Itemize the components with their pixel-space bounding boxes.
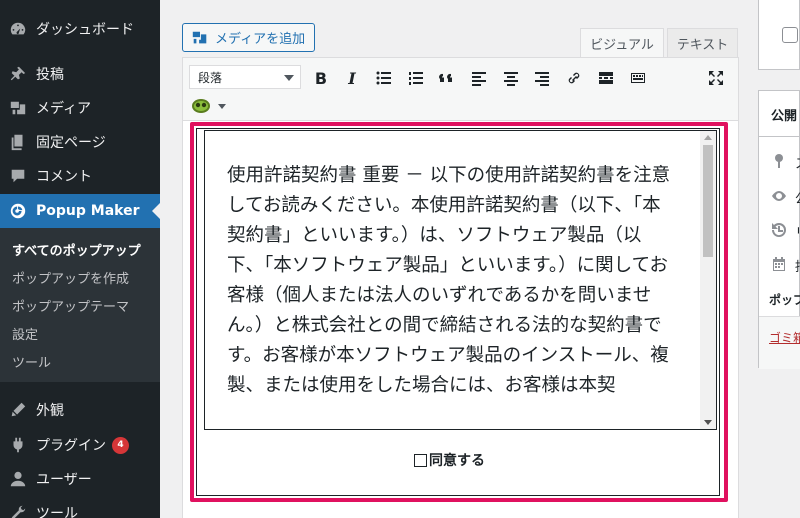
option-checkbox[interactable] — [782, 27, 798, 43]
keyboard-icon — [631, 73, 645, 83]
align-left-icon — [472, 72, 486, 86]
appearance-icon — [8, 400, 28, 420]
read-more-icon — [599, 72, 613, 84]
italic-button[interactable]: I — [340, 67, 364, 89]
page-icon — [8, 132, 28, 152]
media-icon — [8, 98, 28, 118]
plugin-icon — [8, 435, 28, 455]
sidebar-item-popup-maker[interactable]: Popup Maker — [0, 194, 160, 228]
sidebar-item-pages[interactable]: 固定ページ — [0, 125, 160, 159]
revisions-icon — [771, 222, 789, 240]
sidebar-item-label: ユーザー — [36, 472, 92, 488]
sidebar-item-label: 投稿 — [36, 67, 64, 83]
pin-icon — [8, 64, 28, 84]
submenu-tools[interactable]: ツール — [12, 352, 51, 371]
user-icon — [8, 469, 28, 489]
media-add-icon — [192, 31, 207, 43]
chevron-down-icon — [284, 75, 294, 81]
publish-panel: 公開 ス 公 リ 挿 ポップ ゴミ箱 — [758, 90, 800, 369]
active-indicator — [152, 203, 160, 219]
sidebar-item-label: プラグイン — [36, 438, 106, 454]
popup-maker-shortcode-button[interactable] — [191, 96, 227, 116]
status-label: ス — [795, 153, 800, 172]
sidebar-item-media[interactable]: メディア — [0, 91, 160, 125]
right-top-panel — [758, 0, 800, 70]
sidebar-item-label: 外観 — [36, 403, 64, 419]
tool-icon — [8, 503, 28, 518]
tab-text-label: テキスト — [676, 37, 729, 53]
tab-text[interactable]: テキスト — [667, 28, 738, 57]
submenu-create-popup[interactable]: ポップアップを作成 — [12, 268, 129, 287]
bold-button[interactable]: B — [309, 67, 333, 89]
fullscreen-icon — [709, 71, 723, 85]
eye-icon — [771, 188, 789, 206]
dashboard-icon — [8, 19, 28, 39]
toolbar-toggle-button[interactable] — [626, 67, 650, 89]
align-left-button[interactable] — [467, 67, 491, 89]
add-media-button[interactable]: メディアを追加 — [182, 23, 315, 52]
calendar-icon — [771, 256, 789, 274]
sidebar-item-label: 固定ページ — [36, 135, 106, 151]
sidebar-item-plugins[interactable]: プラグイン 4 — [0, 428, 160, 462]
fullscreen-button[interactable] — [704, 67, 728, 89]
highlight-frame — [190, 122, 728, 502]
popup-maker-submenu: すべてのポップアップ ポップアップを作成 ポップアップテーマ 設定 ツール — [0, 228, 160, 382]
sidebar-item-tools[interactable]: ツール — [0, 496, 160, 518]
bullet-list-icon — [376, 71, 391, 85]
format-select[interactable]: 段落 — [189, 65, 301, 89]
add-media-label: メディアを追加 — [215, 32, 306, 47]
update-count-badge: 4 — [112, 436, 129, 454]
popup-maker-shortcode-icon — [192, 99, 210, 113]
bullet-list-button[interactable] — [372, 67, 396, 89]
numbered-list-button[interactable] — [404, 67, 428, 89]
submenu-all-popups[interactable]: すべてのポップアップ — [12, 240, 141, 259]
publish-title: 公開 — [771, 109, 798, 124]
pin-icon — [771, 153, 789, 171]
popup-maker-icon — [8, 201, 28, 221]
sidebar-item-dashboard[interactable]: ダッシュボード — [0, 12, 160, 46]
align-right-button[interactable] — [530, 67, 554, 89]
publish-date-label: 挿 — [795, 256, 800, 275]
sidebar-item-comments[interactable]: コメント — [0, 159, 160, 193]
visibility-label: 公 — [795, 188, 800, 207]
tab-visual[interactable]: ビジュアル — [580, 28, 664, 58]
numbered-list-icon — [409, 72, 423, 85]
align-center-icon — [504, 72, 518, 86]
sidebar-item-posts[interactable]: 投稿 — [0, 57, 160, 91]
link-icon — [568, 72, 580, 84]
divider — [759, 136, 800, 137]
editor-toolbar: 段落 B I — [182, 57, 739, 121]
sidebar-item-label: メディア — [36, 101, 92, 117]
quote-icon — [439, 73, 452, 82]
sidebar-item-label: ツール — [36, 506, 78, 518]
align-center-button[interactable] — [499, 67, 523, 89]
sidebar-item-label: ダッシュボード — [36, 22, 134, 38]
submenu-popup-themes[interactable]: ポップアップテーマ — [12, 296, 129, 315]
tab-visual-label: ビジュアル — [590, 38, 654, 53]
submenu-settings[interactable]: 設定 — [12, 324, 38, 343]
publish-actions: ゴミ箱 — [759, 316, 800, 369]
bold-label: B — [314, 68, 328, 88]
sidebar-item-label: Popup Maker — [36, 203, 140, 219]
format-select-value: 段落 — [198, 70, 223, 85]
chevron-down-icon — [218, 103, 226, 109]
align-right-icon — [535, 72, 549, 86]
comment-icon — [8, 166, 28, 186]
move-to-trash-link[interactable]: ゴミ箱 — [769, 329, 800, 346]
popup-settings-label: ポップ — [769, 293, 800, 307]
sidebar-item-appearance[interactable]: 外観 — [0, 393, 160, 427]
admin-sidebar: ダッシュボード 投稿 メディア 固定ページ コメント Popup Maker す… — [0, 0, 160, 518]
sidebar-item-label: コメント — [36, 169, 92, 185]
sidebar-item-users[interactable]: ユーザー — [0, 462, 160, 496]
revisions-label: リ — [795, 222, 800, 241]
blockquote-button[interactable] — [435, 67, 459, 89]
read-more-button[interactable] — [594, 67, 618, 89]
insert-link-button[interactable] — [562, 67, 586, 89]
italic-label: I — [348, 68, 356, 88]
